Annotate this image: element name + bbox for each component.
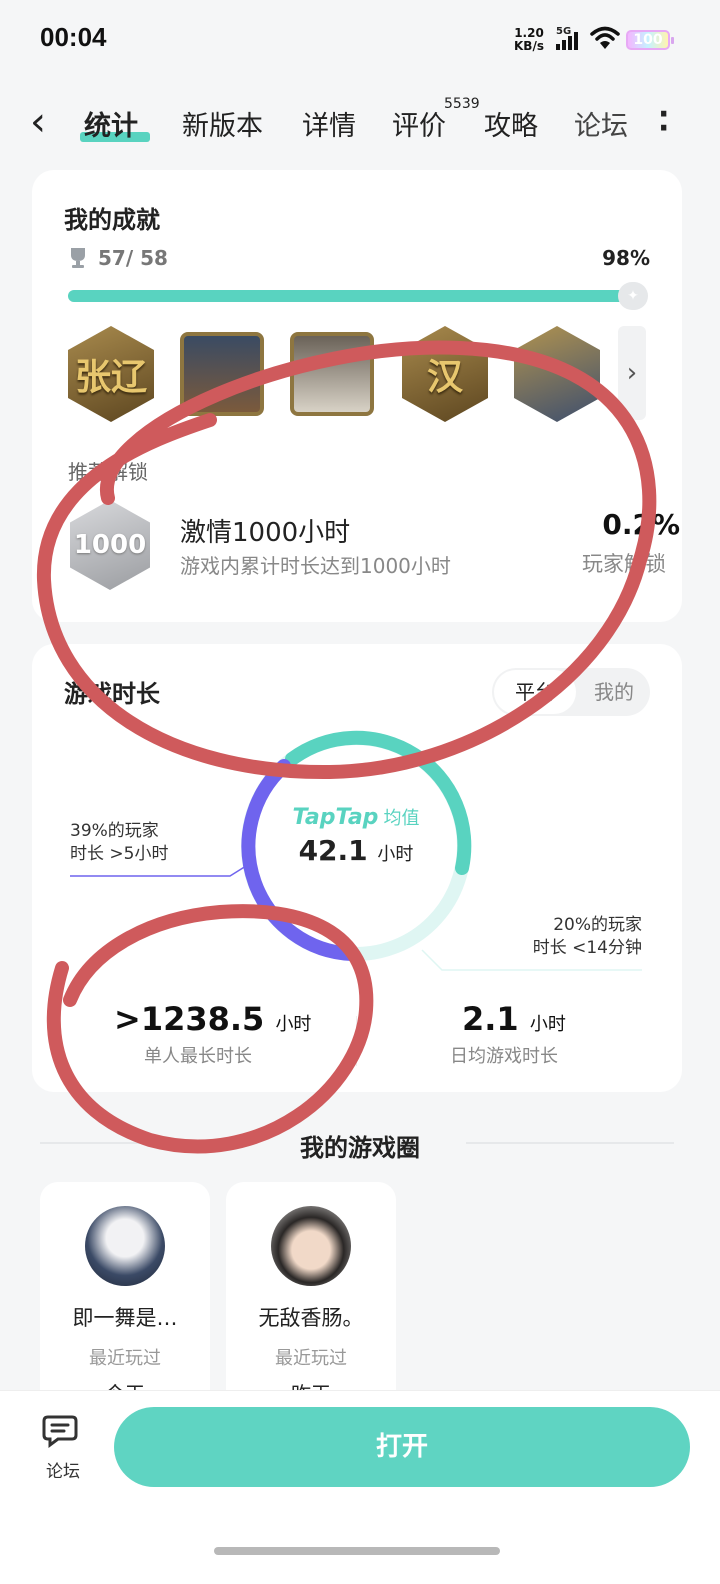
daily-playtime-value: 2.1 <box>462 1000 519 1038</box>
avatar <box>85 1206 165 1286</box>
avatar <box>271 1206 351 1286</box>
net-speed: 1.20 KB/s <box>514 27 544 53</box>
toggle-platform[interactable]: 平台 <box>494 670 576 714</box>
daily-playtime-label: 日均游戏时长 <box>450 1046 558 1067</box>
tab-forum[interactable]: 论坛 <box>574 104 628 143</box>
badge-han-text: 汉 <box>426 357 463 398</box>
review-count-badge: 5539 <box>444 96 480 112</box>
achievements-card: 我的成就 57/ 58 98% ✦ 张辽 汉 › 推荐解锁 1000 激情100… <box>32 170 682 622</box>
recommend-label: 推荐解锁 <box>68 460 148 484</box>
friend-name: 即一舞是… <box>72 1306 178 1330</box>
stat-divider <box>356 1016 357 1066</box>
forum-icon <box>42 1415 78 1448</box>
achievement-name: 激情1000小时 <box>180 518 351 548</box>
badge-warrior-portrait[interactable] <box>514 326 600 422</box>
chevron-right-icon[interactable]: › <box>618 326 646 420</box>
back-icon[interactable]: ‹ <box>30 102 46 142</box>
platform-toggle[interactable]: 平台 我的 <box>492 668 650 716</box>
avg-value: 42.1 <box>298 834 368 867</box>
achievement-count: 57/ 58 <box>98 246 168 270</box>
tab-details[interactable]: 详情 <box>302 104 356 143</box>
badge-elder-portrait[interactable] <box>290 332 374 416</box>
achievement-progress-bar <box>68 290 644 302</box>
badge-general-portrait[interactable] <box>180 332 264 416</box>
home-indicator <box>214 1547 500 1555</box>
friend-name: 无敌香肠。 <box>258 1306 364 1330</box>
achievements-title: 我的成就 <box>64 206 160 234</box>
forum-label: 论坛 <box>46 1462 80 1482</box>
achievement-percent: 98% <box>602 246 650 270</box>
trophy-row: 57/ 58 <box>68 246 168 270</box>
note-left-line1: 39%的玩家 <box>70 821 159 841</box>
avg-unit: 小时 <box>377 844 414 865</box>
toggle-mine[interactable]: 我的 <box>578 668 650 716</box>
playtime-card: 游戏时长 平台 我的 TapTap 均值 42.1 小时 39%的玩家 时长 >… <box>32 644 682 1092</box>
forum-button[interactable]: 论坛 <box>38 1413 88 1482</box>
max-playtime-unit: 小时 <box>275 1014 312 1035</box>
tab-nav: ‹ 统计 新版本 详情 评价 5539 攻略 论坛 · · <box>0 90 720 160</box>
tab-reviews[interactable]: 评价 <box>392 104 446 143</box>
friend-recent-label: 最近玩过 <box>275 1348 347 1369</box>
tab-guides[interactable]: 攻略 <box>484 104 538 143</box>
progress-fill <box>68 290 633 302</box>
daily-playtime: 2.1 小时 <box>462 1000 566 1038</box>
taptap-logo: TapTap <box>292 805 379 830</box>
status-time: 00:04 <box>40 22 107 52</box>
note-right-leader <box>421 949 642 971</box>
badge-han[interactable]: 汉 <box>402 326 488 422</box>
badge-zhangliao-text: 张辽 <box>74 357 147 398</box>
status-bar: 00:04 1.20 KB/s 5G 100 <box>0 0 720 80</box>
tab-stats[interactable]: 统计 <box>84 104 138 143</box>
badge-zhangliao[interactable]: 张辽 <box>68 326 154 422</box>
open-button[interactable]: 打开 <box>114 1407 690 1487</box>
max-playtime: >1238.5 小时 <box>114 1000 311 1038</box>
friend-card[interactable]: 即一舞是… 最近玩过 今天 <box>40 1182 210 1422</box>
achievement-rate: 0.2% <box>602 508 680 541</box>
note-left: 39%的玩家 时长 >5小时 <box>70 820 168 866</box>
avg-label: 均值 <box>383 808 420 829</box>
bottom-bar: 论坛 打开 <box>0 1390 720 1584</box>
battery-icon: 100 <box>626 30 674 50</box>
progress-end-icon: ✦ <box>618 282 648 310</box>
game-circle-title: 我的游戏圈 <box>300 1134 420 1162</box>
tab-new-version[interactable]: 新版本 <box>182 104 263 143</box>
note-right-line1: 20%的玩家 <box>553 915 642 935</box>
medal-1000-icon: 1000 <box>70 500 150 590</box>
medal-text: 1000 <box>73 530 147 560</box>
more-vertical-icon[interactable]: · · <box>658 100 672 144</box>
playtime-title: 游戏时长 <box>64 680 160 708</box>
friend-card[interactable]: 无敌香肠。 最近玩过 昨天 <box>226 1182 396 1422</box>
max-playtime-label: 单人最长时长 <box>144 1046 252 1067</box>
daily-playtime-unit: 小时 <box>529 1014 566 1035</box>
net-speed-unit: KB/s <box>514 39 544 53</box>
trophy-icon <box>71 248 85 268</box>
donut-center: TapTap 均值 42.1 小时 <box>236 804 476 867</box>
achievement-rate-label: 玩家解锁 <box>582 552 666 576</box>
max-playtime-value: >1238.5 <box>114 1000 265 1038</box>
signal-icon: 5G <box>556 26 586 52</box>
wifi-icon <box>590 26 620 49</box>
note-left-line2: 时长 >5小时 <box>70 844 169 864</box>
achievement-desc: 游戏内累计时长达到1000小时 <box>180 554 451 578</box>
friend-recent-label: 最近玩过 <box>89 1348 161 1369</box>
note-left-leader <box>70 865 247 877</box>
